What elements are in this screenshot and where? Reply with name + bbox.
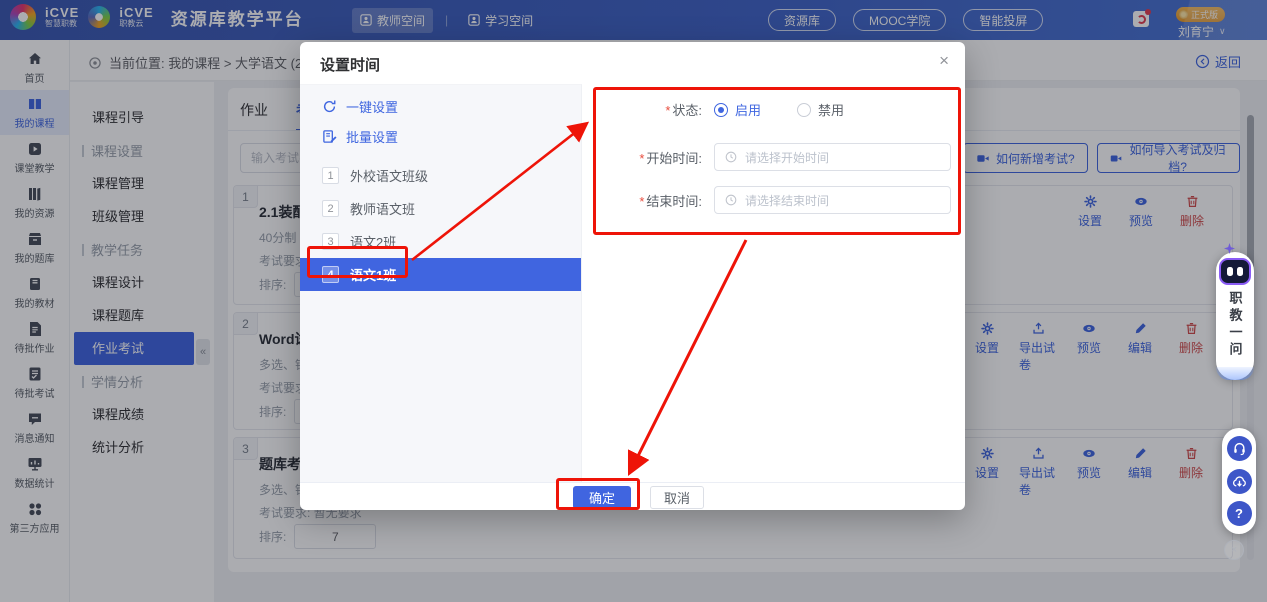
- close-icon[interactable]: ×: [939, 51, 949, 71]
- end-time-input[interactable]: 请选择结束时间: [714, 186, 951, 214]
- floating-toolbar: ?: [1222, 428, 1256, 534]
- assistant-label: 职教一问: [1226, 291, 1245, 359]
- one-click-setting-item[interactable]: 一键设置: [300, 91, 581, 121]
- help-button[interactable]: ?: [1227, 501, 1252, 526]
- menu-label: 一键设置: [346, 97, 398, 116]
- dialog-title: 设置时间: [320, 54, 380, 75]
- start-time-row: *开始时间: 请选择开始时间: [612, 143, 951, 171]
- one-click-refresh-icon: [322, 99, 337, 114]
- robot-face-icon: [1219, 258, 1251, 285]
- start-time-label: *开始时间:: [612, 148, 702, 167]
- batch-edit-icon: [322, 129, 337, 144]
- cloud-download-icon: [1232, 474, 1247, 489]
- class-row[interactable]: 1 外校语文班级: [300, 159, 581, 192]
- cancel-button[interactable]: 取消: [650, 486, 704, 509]
- radio-dot-icon: [714, 103, 728, 117]
- radio-dot-icon: [797, 103, 811, 117]
- dialog-form-panel: *状态: 启用 禁用 *开始时间: 请选择开始时间 *结束时间:: [582, 84, 965, 482]
- robot-eye: [1227, 267, 1233, 276]
- start-time-placeholder: 请选择开始时间: [745, 149, 829, 166]
- radio-label: 禁用: [818, 100, 844, 119]
- app-screen: iCVE 智慧职教 iCVE 职教云 资源库教学平台 教师空间 | 学习空间 资…: [0, 0, 1267, 602]
- class-name: 语文2班: [350, 232, 396, 251]
- headset-icon: [1232, 441, 1247, 456]
- confirm-button[interactable]: 确定: [573, 486, 631, 509]
- status-label: *状态:: [612, 100, 702, 119]
- class-index: 1: [322, 167, 339, 184]
- label-text: 开始时间:: [646, 151, 702, 166]
- class-name: 教师语文班: [350, 199, 415, 218]
- label-text: 结束时间:: [646, 194, 702, 209]
- class-list: 1 外校语文班级 2 教师语文班 3 语文2班 4 语文1班: [300, 159, 581, 291]
- class-row[interactable]: 3 语文2班: [300, 225, 581, 258]
- status-row: *状态: 启用 禁用: [612, 100, 880, 119]
- end-time-placeholder: 请选择结束时间: [745, 192, 829, 209]
- start-time-input[interactable]: 请选择开始时间: [714, 143, 951, 171]
- class-row-selected[interactable]: 4 语文1班: [300, 258, 581, 291]
- radio-disable[interactable]: 禁用: [797, 100, 844, 119]
- end-time-row: *结束时间: 请选择结束时间: [612, 186, 951, 214]
- menu-label: 批量设置: [346, 127, 398, 146]
- customer-service-button[interactable]: [1227, 436, 1252, 461]
- dialog-class-panel: 一键设置 批量设置 1 外校语文班级 2 教师语文班 3 语文2班: [300, 84, 582, 482]
- batch-setting-item[interactable]: 批量设置: [300, 121, 581, 151]
- robot-eye: [1237, 267, 1243, 276]
- dialog-footer: 确定 取消: [300, 482, 965, 510]
- set-time-dialog: 设置时间 × 一键设置 批量设置 1 外校语文班级 2 教师语文班: [300, 42, 965, 510]
- class-index: 4: [322, 266, 339, 283]
- radio-enable[interactable]: 启用: [714, 100, 761, 119]
- widget-close-icon[interactable]: ×: [1224, 540, 1244, 560]
- required-mark: *: [639, 151, 644, 166]
- download-button[interactable]: [1227, 469, 1252, 494]
- class-index: 3: [322, 233, 339, 250]
- required-mark: *: [639, 194, 644, 209]
- end-time-label: *结束时间:: [612, 191, 702, 210]
- class-index: 2: [322, 200, 339, 217]
- clock-icon: [725, 151, 737, 163]
- assistant-widget[interactable]: 职教一问: [1216, 252, 1254, 380]
- class-name: 语文1班: [350, 265, 396, 284]
- clock-icon: [725, 194, 737, 206]
- required-mark: *: [665, 103, 670, 118]
- class-row[interactable]: 2 教师语文班: [300, 192, 581, 225]
- label-text: 状态:: [672, 103, 702, 118]
- radio-label: 启用: [735, 100, 761, 119]
- class-name: 外校语文班级: [350, 166, 428, 185]
